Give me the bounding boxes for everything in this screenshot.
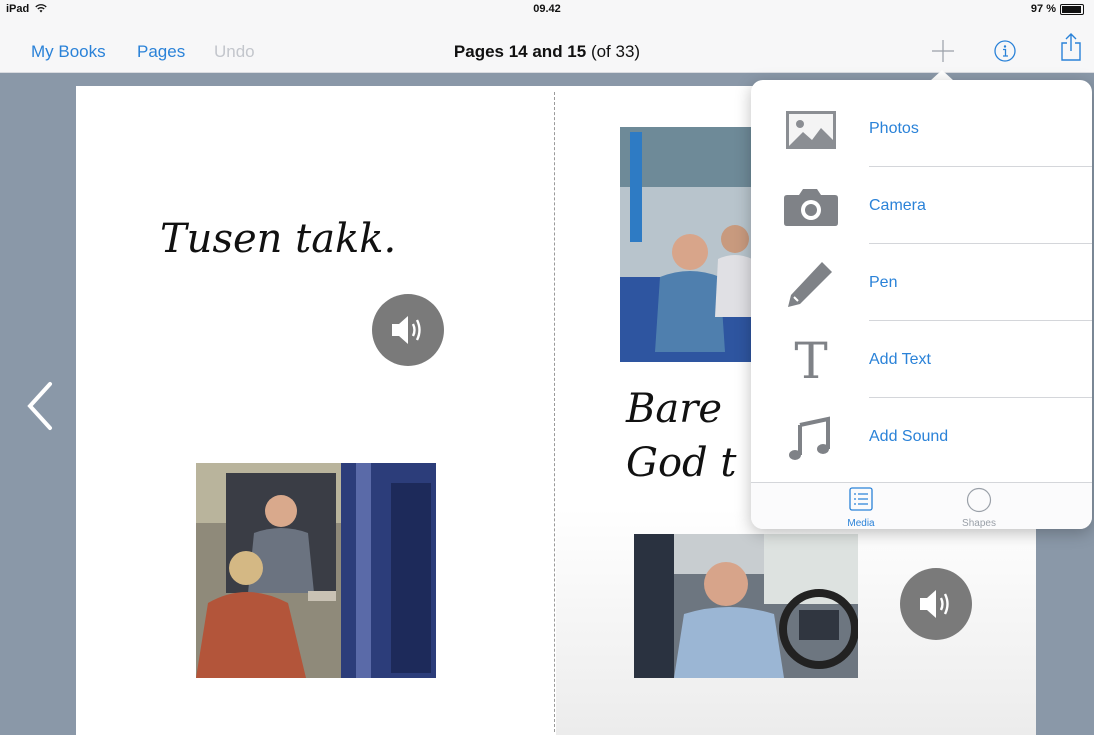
speaker-icon: [392, 316, 421, 344]
text-icon: T: [794, 332, 828, 390]
bus-driver-photo[interactable]: [634, 534, 858, 678]
share-button[interactable]: [1056, 32, 1086, 62]
left-page[interactable]: Tusen takk.: [76, 86, 556, 735]
page-title-range: Pages 14 and 15: [453, 42, 587, 61]
right-page-text-line2: God t: [626, 440, 737, 486]
menu-item-photos[interactable]: Photos: [751, 90, 1092, 167]
tab-media-label: Media: [847, 518, 875, 529]
tab-media[interactable]: Media: [831, 487, 891, 529]
tab-shapes-label: Shapes: [962, 518, 996, 529]
menu-item-add-text[interactable]: T Add Text: [751, 321, 1092, 398]
music-note-icon: [781, 416, 841, 460]
navigation-bar: My Books Pages Undo Pages 14 and 15 (of …: [0, 33, 1094, 66]
menu-item-pen[interactable]: Pen: [751, 244, 1092, 321]
popover-tab-bar: Media Shapes: [751, 482, 1092, 529]
photos-icon: [781, 108, 841, 152]
top-bar: iPad 09.42 97 % My Books Pages Undo Page…: [0, 0, 1094, 73]
list-icon: [849, 487, 873, 511]
add-media-popover: Photos Camera Pen T Add Text Add Sound M…: [751, 80, 1092, 529]
info-button[interactable]: [990, 36, 1020, 66]
page-spine: [554, 92, 555, 732]
info-icon: [994, 40, 1016, 62]
tab-shapes[interactable]: Shapes: [949, 487, 1009, 529]
left-sound-button[interactable]: [372, 294, 444, 366]
menu-item-camera[interactable]: Camera: [751, 167, 1092, 244]
battery-icon: [1060, 3, 1084, 15]
circle-icon: [966, 487, 992, 513]
pen-icon: [781, 262, 841, 307]
page-title-total: (of 33): [586, 42, 641, 61]
battery-percent: 97 %: [1030, 3, 1056, 15]
right-sound-button[interactable]: [900, 568, 972, 640]
add-button[interactable]: [928, 36, 958, 66]
menu-label-add-text: Add Text: [869, 351, 931, 368]
previous-page-button[interactable]: [20, 380, 60, 432]
menu-label-pen: Pen: [869, 274, 898, 291]
share-icon: [1061, 33, 1081, 61]
right-page-text[interactable]: Bare God t: [626, 382, 736, 490]
right-page-text-line1: Bare: [626, 386, 723, 432]
status-time: 09.42: [533, 3, 561, 15]
menu-label-photos: Photos: [869, 120, 919, 137]
menu-label-camera: Camera: [869, 197, 926, 214]
camera-icon: [781, 185, 841, 229]
left-page-text[interactable]: Tusen takk.: [160, 216, 396, 262]
menu-label-add-sound: Add Sound: [869, 428, 949, 445]
speaker-icon: [920, 590, 949, 618]
menu-item-add-sound[interactable]: Add Sound: [751, 398, 1092, 475]
plus-icon: [932, 40, 954, 62]
status-battery: 97 %: [1031, 3, 1084, 15]
chevron-left-icon: [27, 382, 52, 430]
bus-boarding-photo[interactable]: [196, 463, 436, 678]
